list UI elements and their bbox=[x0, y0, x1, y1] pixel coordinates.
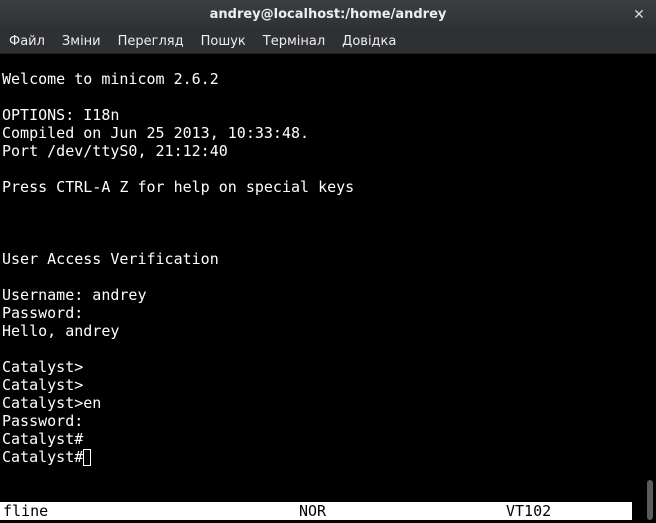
menu-edit[interactable]: Зміни bbox=[53, 30, 109, 53]
status-mode: NOR bbox=[299, 502, 327, 520]
status-left: fline bbox=[3, 502, 49, 520]
close-icon[interactable]: ✕ bbox=[628, 4, 650, 26]
terminal-line: Hello, andrey bbox=[2, 322, 120, 340]
menu-file[interactable]: Файл bbox=[0, 30, 53, 53]
title-bar: andrey@localhost:/home/andrey ✕ bbox=[0, 0, 656, 30]
status-emulation: VT102 bbox=[506, 502, 552, 520]
terminal-line: Catalyst# bbox=[2, 430, 84, 448]
menu-help[interactable]: Довідка bbox=[333, 30, 404, 53]
scrollbar-thumb[interactable] bbox=[647, 480, 653, 520]
terminal-output[interactable]: Welcome to minicom 2.6.2 OPTIONS: I18n C… bbox=[0, 54, 644, 523]
terminal-line: Port /dev/ttyS0, 21:12:40 bbox=[2, 142, 228, 160]
menu-view[interactable]: Перегляд bbox=[109, 30, 192, 53]
terminal-line: Password: bbox=[2, 304, 84, 322]
text-cursor bbox=[83, 449, 92, 466]
terminal-line: Catalyst> bbox=[2, 358, 84, 376]
vertical-scrollbar[interactable] bbox=[644, 54, 656, 523]
terminal-line: OPTIONS: I18n bbox=[2, 106, 120, 124]
terminal-line: Catalyst> bbox=[2, 376, 84, 394]
terminal-line: Password: bbox=[2, 412, 84, 430]
terminal-line: Compiled on Jun 25 2013, 10:33:48. bbox=[2, 124, 310, 142]
terminal-prompt: Catalyst# bbox=[2, 448, 84, 466]
terminal-line: User Access Verification bbox=[2, 250, 219, 268]
minicom-status-bar: fline NOR VT102 bbox=[0, 502, 632, 520]
terminal-window: andrey@localhost:/home/andrey ✕ Файл Змі… bbox=[0, 0, 656, 523]
terminal-prompt-line: Catalyst# bbox=[2, 448, 92, 466]
terminal-line: Welcome to minicom 2.6.2 bbox=[2, 70, 219, 88]
terminal-line: Username: andrey bbox=[2, 286, 147, 304]
terminal-line: Press CTRL-A Z for help on special keys bbox=[2, 178, 355, 196]
terminal-line: Catalyst>en bbox=[2, 394, 102, 412]
menu-search[interactable]: Пошук bbox=[192, 30, 254, 53]
window-title: andrey@localhost:/home/andrey bbox=[209, 7, 447, 22]
menu-bar: Файл Зміни Перегляд Пошук Термінал Довід… bbox=[0, 30, 656, 54]
menu-terminal[interactable]: Термінал bbox=[254, 30, 333, 53]
